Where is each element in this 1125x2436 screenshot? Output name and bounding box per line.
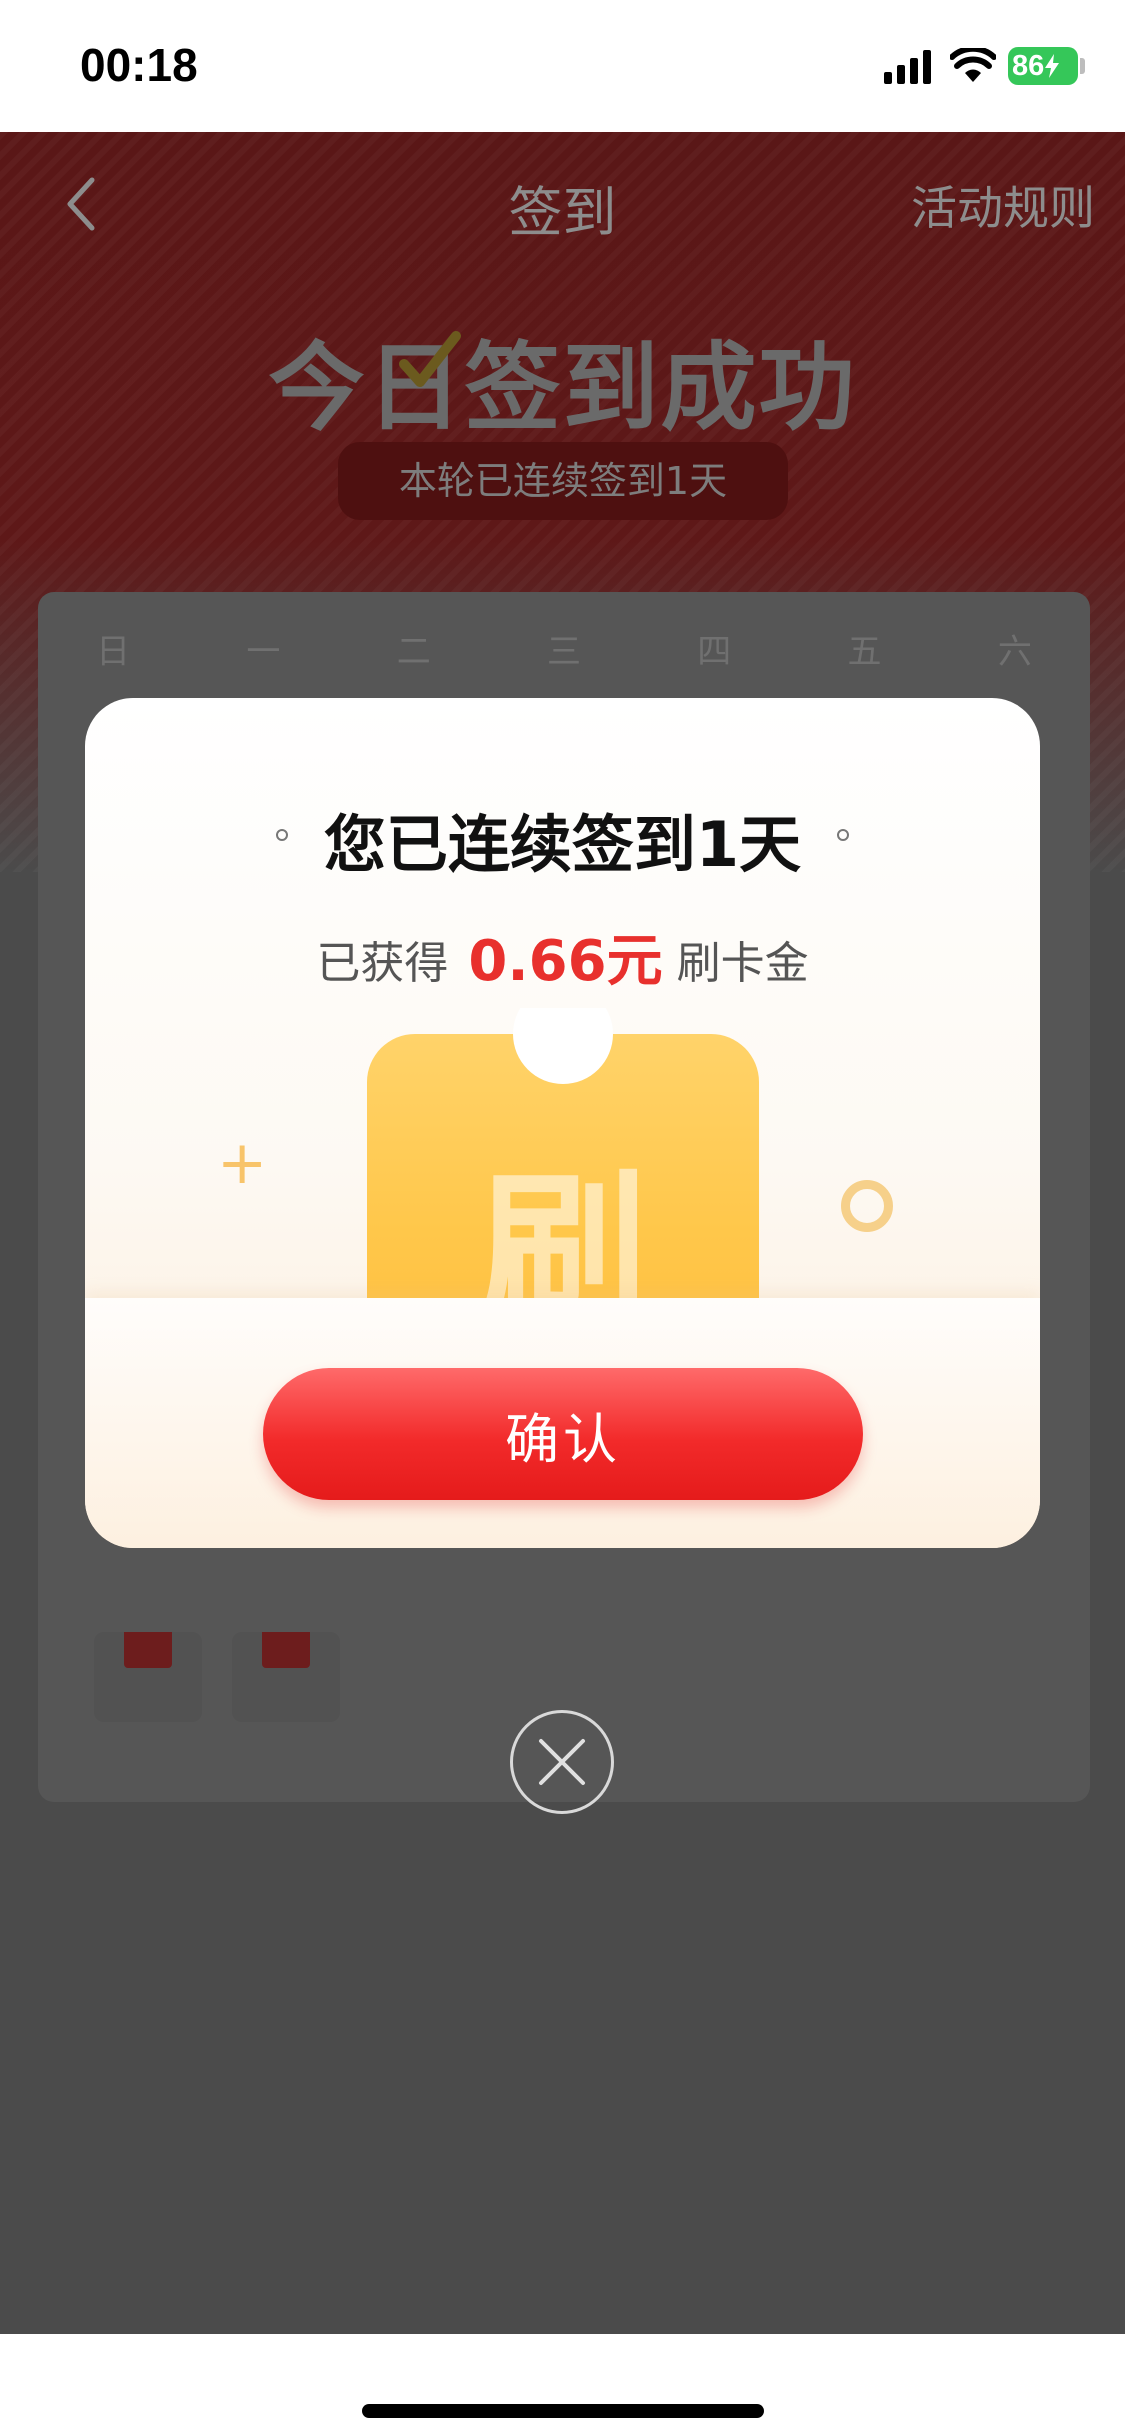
weekday-header: 日 一 二 三 四 五 六 [38, 592, 1090, 712]
streak-badge: 本轮已连续签到1天 [338, 442, 788, 520]
sign-in-reward-dialog: 您已连续签到1天 已获得 0.66元 刷卡金 + 刷 确认 [85, 698, 1040, 1548]
calendar-day-cell [94, 1632, 202, 1722]
ticket-notch [513, 1008, 613, 1084]
home-indicator-area [0, 2334, 1125, 2436]
close-icon [539, 1739, 585, 1785]
confirm-button[interactable]: 确认 [263, 1368, 863, 1500]
battery-cap [1080, 58, 1085, 74]
charging-bolt-icon [1045, 54, 1060, 78]
gift-icon [124, 1632, 172, 1668]
activity-rules-link[interactable]: 活动规则 [911, 172, 1095, 238]
voucher-character: 刷 [477, 1154, 648, 1298]
confirm-label: 确认 [505, 1407, 621, 1471]
weekday-sat: 六 [997, 632, 1032, 672]
sign-in-success-title: 今日签到成功 [0, 310, 1125, 449]
earned-prefix: 已获得 [316, 938, 449, 989]
weekday-fri: 五 [847, 632, 882, 672]
reward-illustration: + 刷 [85, 1008, 1040, 1298]
reward-amount: 0.66元 [468, 929, 663, 994]
weekday-thu: 四 [697, 632, 732, 672]
weekday-wed: 三 [546, 632, 581, 672]
earned-suffix: 刷卡金 [676, 938, 809, 989]
status-bar: 00:18 86 [0, 0, 1125, 132]
close-dialog-button[interactable] [510, 1710, 614, 1814]
gift-icon [262, 1632, 310, 1668]
home-indicator[interactable] [362, 2404, 764, 2418]
wifi-icon [950, 48, 996, 82]
success-title-text: 今日签到成功 [268, 332, 857, 444]
weekday-sun: 日 [96, 632, 131, 672]
signal-icon [884, 50, 931, 84]
ring-sparkle-icon [841, 1180, 893, 1232]
status-time: 00:18 [80, 39, 198, 91]
battery-level: 86 [1012, 49, 1045, 82]
reward-summary: 已获得 0.66元 刷卡金 [85, 916, 1040, 997]
weekday-mon: 一 [246, 632, 281, 672]
title-line-decoration-right [837, 829, 945, 841]
weekday-tue: 二 [396, 632, 431, 672]
calendar-day-cell [232, 1632, 340, 1722]
card-voucher-image: 刷 [367, 1008, 759, 1298]
battery-icon: 86 [1008, 47, 1078, 85]
checkbox-check-icon [399, 331, 461, 387]
plus-sparkle-icon: + [217, 1128, 268, 1198]
